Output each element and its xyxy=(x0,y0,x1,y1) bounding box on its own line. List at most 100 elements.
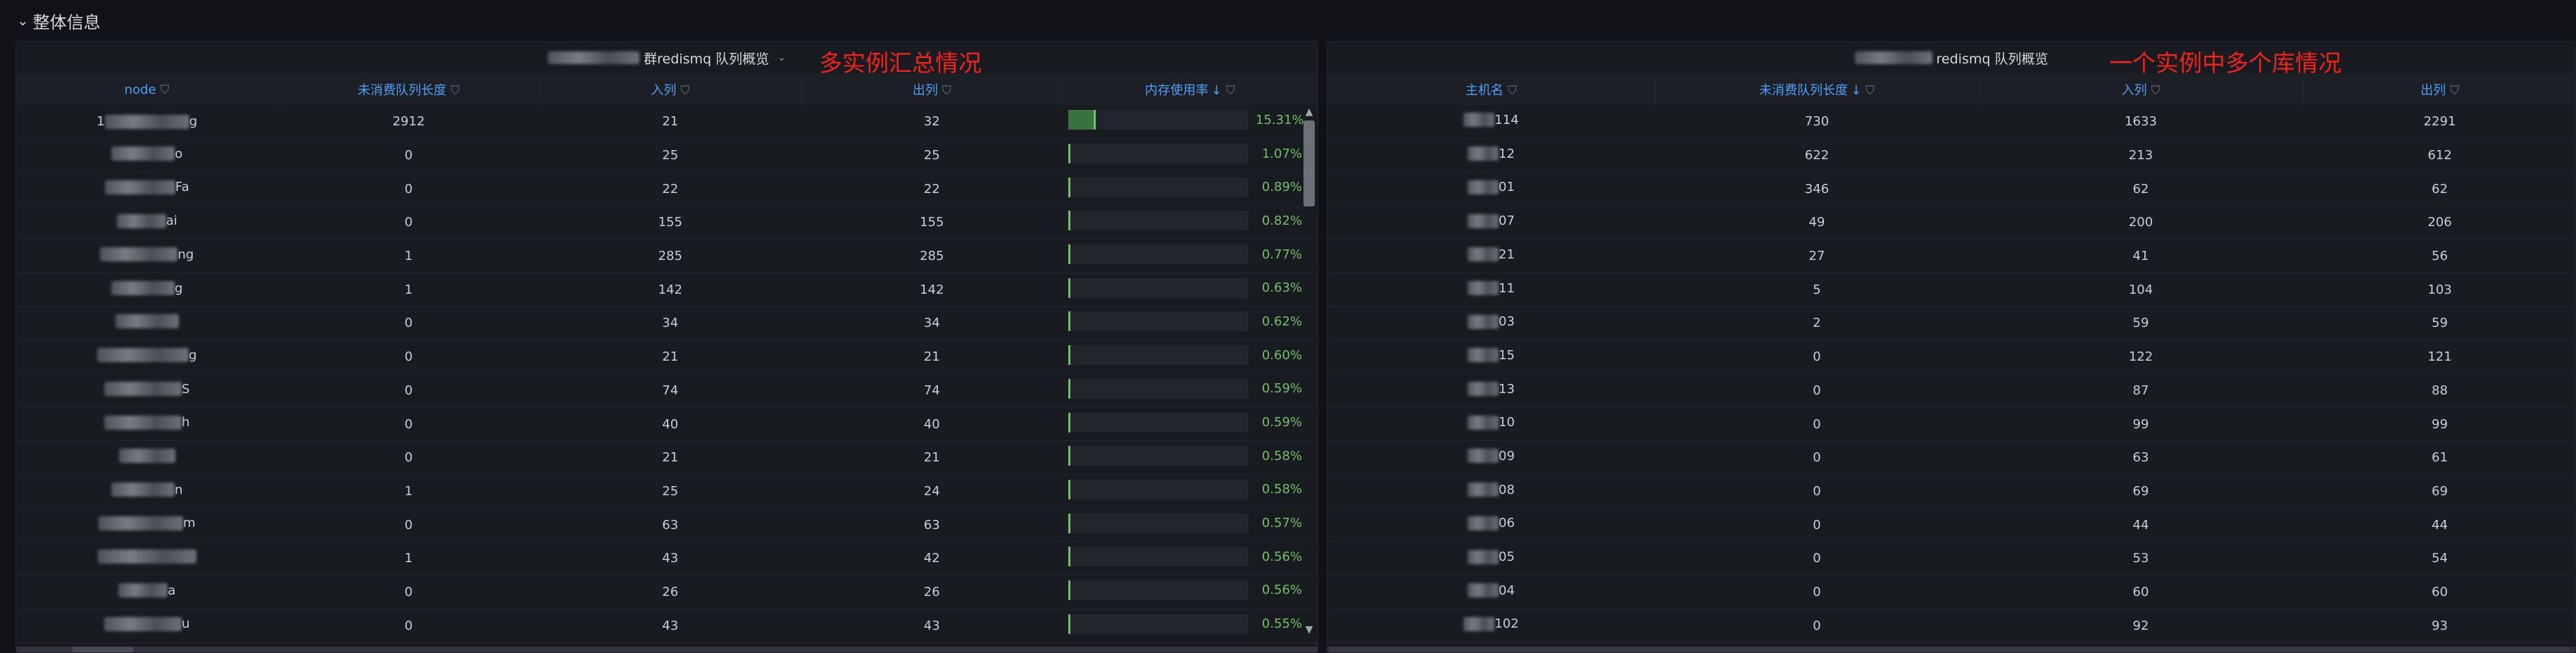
sort-desc-icon[interactable]: ↓ xyxy=(1211,83,1222,98)
cell-dequeue: 24 xyxy=(923,483,940,499)
table-row[interactable]: h 0 40 40 0.59% xyxy=(16,407,1318,441)
vertical-scrollbar[interactable]: ▲ ▼ xyxy=(1302,105,1316,637)
column-header[interactable]: 入列 ⛉ xyxy=(539,74,801,105)
cell-memory-usage: 1.07% xyxy=(1063,139,1318,173)
cell-dequeue: 103 xyxy=(2427,282,2452,297)
gauge-value: 1.07% xyxy=(1261,146,1302,161)
table-row[interactable]: 0 21 21 0.58% xyxy=(16,441,1318,475)
sort-desc-icon[interactable]: ↓ xyxy=(1851,83,1861,98)
column-header[interactable]: 未消费队列长度 ⛉ xyxy=(277,74,540,105)
horizontal-scrollbar[interactable] xyxy=(16,647,1318,652)
panel-header[interactable]: redismq 队列概览 一个实例中多个库情况 xyxy=(1327,42,2575,77)
table-row[interactable]: n 1 25 24 0.58% xyxy=(16,475,1318,509)
column-header[interactable]: node ⛉ xyxy=(16,74,278,105)
cell-hostname: 05 xyxy=(1327,542,1655,576)
table-row[interactable]: ai 0 155 155 0.82% xyxy=(16,206,1318,240)
table-row[interactable]: 06 0 44 44 xyxy=(1327,508,2575,542)
table-row[interactable]: 05 0 53 54 xyxy=(1327,542,2575,576)
table-row[interactable]: 12 622 213 612 xyxy=(1327,139,2575,173)
table-row[interactable]: 08 0 69 69 xyxy=(1327,475,2575,509)
column-header[interactable]: 入列 ⛉ xyxy=(1979,74,2303,105)
table-row[interactable]: 03 2 59 59 xyxy=(1327,306,2575,340)
column-header-label[interactable]: node xyxy=(125,82,156,97)
hscroll-thumb[interactable] xyxy=(1330,647,2570,652)
cell-pending: 2912 xyxy=(392,114,425,130)
table-row[interactable]: g 0 21 21 0.60% xyxy=(16,340,1318,374)
filter-icon[interactable]: ⛉ xyxy=(2151,84,2161,98)
table-row[interactable]: 09 0 63 61 xyxy=(1327,441,2575,475)
table-row[interactable]: S 0 74 74 0.59% xyxy=(16,374,1318,408)
column-header-label[interactable]: 主机名 xyxy=(1465,83,1503,98)
table-row[interactable]: u 0 43 43 0.55% xyxy=(16,609,1318,642)
column-header-label[interactable]: 未消费队列长度 xyxy=(358,83,446,98)
filter-icon[interactable]: ⛉ xyxy=(1226,84,1235,98)
table-row[interactable]: 15 0 122 121 xyxy=(1327,340,2575,374)
name-suffix: n xyxy=(175,482,183,497)
column-header-label[interactable]: 出列 xyxy=(913,83,938,98)
hscroll-thumb[interactable] xyxy=(73,647,133,652)
scroll-up-icon[interactable]: ▲ xyxy=(1302,105,1316,119)
table-row[interactable]: Fa 0 22 22 0.89% xyxy=(16,172,1318,206)
redacted-text xyxy=(1468,549,1499,564)
table-row[interactable]: ng 1 285 285 0.77% xyxy=(16,240,1318,273)
table-row[interactable]: 07 49 200 206 xyxy=(1327,206,2575,240)
table-row[interactable]: 21 27 41 56 xyxy=(1327,240,2575,273)
table-row[interactable]: m 0 63 63 0.57% xyxy=(16,508,1318,542)
cell-dequeue: 61 xyxy=(2432,450,2448,466)
table-row[interactable]: o 0 25 25 1.07% xyxy=(16,139,1318,173)
table-row[interactable]: 01 346 62 62 xyxy=(1327,172,2575,206)
filter-icon[interactable]: ⛉ xyxy=(1508,84,1517,98)
panel-title[interactable]: 群redismq 队列概览 ⌄ xyxy=(548,49,786,68)
instance-table: 主机名 ⛉ 未消费队列长度 ↓ ⛉ 入列 ⛉ 出列 ⛉ 114 730 1633 2291 12 622 2… xyxy=(1327,74,2575,643)
filter-icon[interactable]: ⛉ xyxy=(161,83,170,97)
row-header-overall[interactable]: ⌄ 整体信息 xyxy=(0,0,2576,41)
scroll-down-icon[interactable]: ▼ xyxy=(1302,623,1316,637)
chevron-down-icon[interactable]: ⌄ xyxy=(17,12,29,29)
filter-icon[interactable]: ⛉ xyxy=(1865,84,1875,98)
column-header[interactable]: 内存使用率 ↓ ⛉ xyxy=(1063,74,1318,105)
redacted-text xyxy=(104,616,182,631)
name-suffix: g xyxy=(189,347,197,363)
filter-icon[interactable]: ⛉ xyxy=(2450,84,2459,98)
host-suffix: 01 xyxy=(1499,180,1515,195)
cell-pending: 1 xyxy=(404,249,413,264)
caret-down-icon[interactable]: ⌄ xyxy=(777,52,786,63)
cell-enqueue: 74 xyxy=(662,383,679,398)
column-header[interactable]: 出列 ⛉ xyxy=(801,74,1063,105)
table-row[interactable]: a 0 26 26 0.56% xyxy=(16,576,1318,609)
table-row[interactable]: 1 43 42 0.56% xyxy=(16,542,1318,576)
horizontal-scrollbar[interactable] xyxy=(1327,647,2575,652)
redacted-name: a xyxy=(118,583,175,598)
host-suffix: 15 xyxy=(1499,347,1515,363)
column-header-label[interactable]: 入列 xyxy=(2122,83,2147,98)
column-header-label[interactable]: 入列 xyxy=(651,83,676,98)
table-row[interactable]: 11 5 104 103 xyxy=(1327,273,2575,307)
cell-enqueue: 200 xyxy=(2128,215,2153,230)
scroll-thumb[interactable] xyxy=(1303,120,1315,206)
cell-pending: 5 xyxy=(1813,282,1821,297)
filter-icon[interactable]: ⛉ xyxy=(942,84,951,98)
table-row[interactable]: g 1 142 142 0.63% xyxy=(16,273,1318,307)
column-header-label[interactable]: 内存使用率 xyxy=(1145,83,1208,98)
filter-icon[interactable]: ⛉ xyxy=(680,84,689,98)
column-header[interactable]: 未消费队列长度 ↓ ⛉ xyxy=(1655,74,1980,105)
redacted-text xyxy=(118,583,168,598)
column-header-label[interactable]: 出列 xyxy=(2420,83,2446,98)
column-header[interactable]: 出列 ⛉ xyxy=(2303,74,2575,105)
panel-title[interactable]: redismq 队列概览 xyxy=(1854,49,2048,68)
table-row[interactable]: 0 34 34 0.62% xyxy=(16,306,1318,340)
column-header-label[interactable]: 未消费队列长度 xyxy=(1759,83,1848,98)
panel-header[interactable]: 群redismq 队列概览 ⌄ 多实例汇总情况 xyxy=(16,42,1318,77)
cell-enqueue: 44 xyxy=(2132,517,2149,533)
table-row[interactable]: 1 g 2912 21 32 15.31% xyxy=(16,105,1318,139)
table-row[interactable]: 13 0 87 88 xyxy=(1327,374,2575,408)
table-row[interactable]: 114 730 1633 2291 xyxy=(1327,105,2575,139)
column-header[interactable]: 主机名 ⛉ xyxy=(1327,74,1656,105)
table-row[interactable]: 102 0 92 93 xyxy=(1327,609,2575,642)
redacted-text xyxy=(1854,51,1932,64)
cell-enqueue: 92 xyxy=(2132,618,2149,633)
table-row[interactable]: 10 0 99 99 xyxy=(1327,407,2575,441)
table-row[interactable]: 04 0 60 60 xyxy=(1327,576,2575,609)
memory-gauge: 0.62% xyxy=(1068,311,1302,332)
filter-icon[interactable]: ⛉ xyxy=(451,84,460,98)
